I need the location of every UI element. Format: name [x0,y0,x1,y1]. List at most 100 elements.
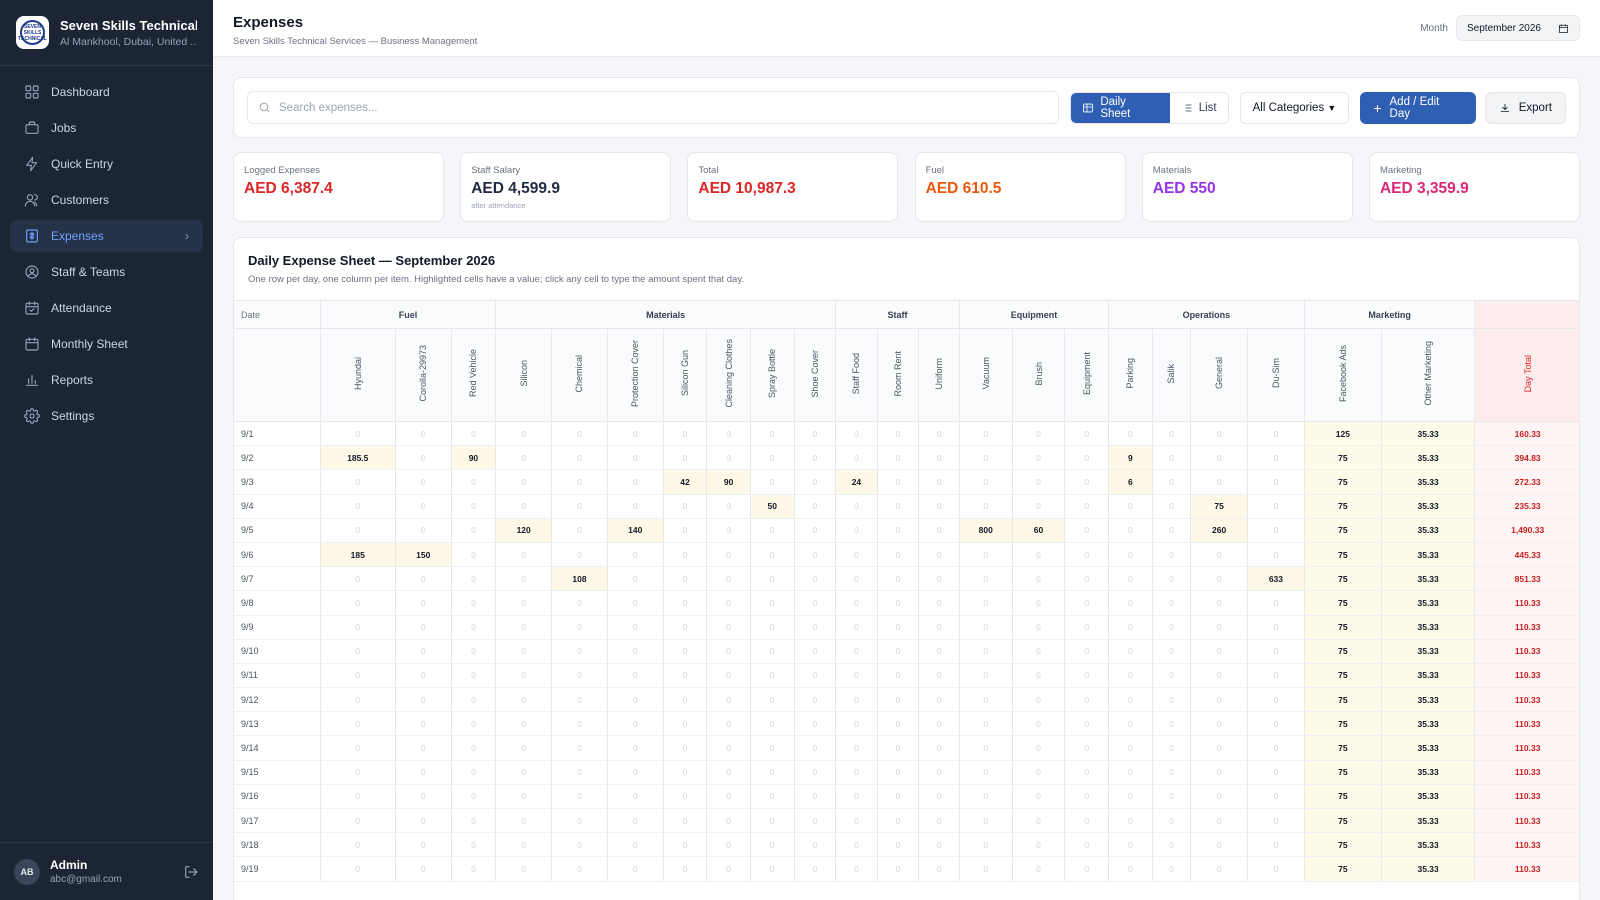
expense-cell[interactable]: 0 [1108,566,1153,592]
expense-cell[interactable]: 0 [835,711,878,737]
column-header-vacuum[interactable]: Vacuum [959,328,1013,422]
expense-cell[interactable]: 0 [918,639,960,664]
expense-cell[interactable]: 0 [835,687,878,713]
expense-cell[interactable]: 0 [877,566,920,592]
expense-cell[interactable]: 0 [663,856,708,882]
expense-cell[interactable]: 35.33 [1381,784,1476,810]
expense-cell[interactable]: 0 [918,856,960,882]
expense-cell[interactable]: 35.33 [1381,469,1476,495]
expense-cell[interactable]: 0 [794,518,837,543]
expense-cell[interactable]: 0 [320,615,396,640]
expense-cell[interactable]: 0 [451,808,497,834]
expense-cell[interactable]: 0 [1247,518,1305,543]
expense-cell[interactable]: 0 [959,469,1013,495]
expense-cell[interactable]: 0 [1108,808,1153,834]
expense-cell[interactable]: 0 [706,590,751,616]
expense-cell[interactable]: 0 [1012,711,1066,737]
column-header-brush[interactable]: Brush [1012,328,1066,422]
expense-cell[interactable]: 0 [495,566,553,592]
expense-cell[interactable]: 0 [794,832,837,858]
expense-cell[interactable]: 0 [877,856,920,882]
expense-cell[interactable]: 0 [551,615,608,640]
sidebar-item-staff-and-teams[interactable]: Staff & Teams [10,256,203,288]
expense-cell[interactable]: 0 [1012,687,1066,713]
expense-cell[interactable]: 0 [551,735,608,761]
expense-cell[interactable]: 0 [794,639,837,664]
expense-cell[interactable]: 0 [794,566,837,592]
expense-cell[interactable]: 0 [750,590,795,616]
expense-cell[interactable]: 0 [1064,735,1110,761]
expense-cell[interactable]: 35.33 [1381,615,1476,640]
expense-cell[interactable]: 0 [607,421,664,447]
expense-cell[interactable]: 0 [495,808,553,834]
expense-cell[interactable]: 0 [551,518,608,543]
expense-cell[interactable]: 0 [663,445,708,471]
expense-cell[interactable]: 0 [706,832,751,858]
expense-cell[interactable]: 35.33 [1381,856,1476,882]
expense-cell[interactable]: 35.33 [1381,421,1476,447]
expense-cell[interactable]: 6 [1108,469,1153,495]
export-button[interactable]: Export [1484,91,1566,124]
expense-cell[interactable]: 0 [663,735,708,761]
expense-cell[interactable]: 0 [1012,590,1066,616]
column-header-general[interactable]: General [1190,328,1249,422]
expense-cell[interactable]: 35.33 [1381,663,1476,689]
expense-cell[interactable]: 0 [551,445,608,471]
expense-cell[interactable]: 0 [1012,615,1066,640]
expense-cell[interactable]: 0 [663,542,708,568]
expense-cell[interactable]: 0 [794,808,837,834]
expense-cell[interactable]: 0 [918,494,960,519]
expense-cell[interactable]: 0 [959,760,1013,785]
expense-cell[interactable]: 75 [1304,856,1382,882]
expense-cell[interactable]: 0 [1064,421,1110,447]
expense-cell[interactable]: 0 [451,542,497,568]
expense-cell[interactable]: 0 [320,639,396,664]
expense-cell[interactable]: 0 [451,639,497,664]
calendar-icon[interactable] [1558,23,1569,34]
expense-cell[interactable]: 75 [1304,663,1382,689]
expense-cell[interactable]: 0 [1108,856,1153,882]
expense-cell[interactable]: 35.33 [1381,445,1476,471]
search-box[interactable] [247,91,1060,124]
expense-cell[interactable]: 0 [551,784,608,810]
expense-cell[interactable]: 0 [1247,808,1305,834]
expense-cell[interactable]: 0 [835,832,878,858]
expense-cell[interactable]: 0 [750,784,795,810]
expense-cell[interactable]: 0 [1108,784,1153,810]
expense-cell[interactable]: 75 [1304,615,1382,640]
expense-cell[interactable]: 0 [663,615,708,640]
expense-cell[interactable]: 0 [918,760,960,785]
expense-cell[interactable]: 0 [918,784,960,810]
expense-cell[interactable]: 0 [1152,856,1192,882]
expense-cell[interactable]: 0 [451,421,497,447]
expense-cell[interactable]: 0 [320,469,396,495]
expense-cell[interactable]: 0 [495,421,553,447]
expense-cell[interactable]: 0 [495,784,553,810]
expense-cell[interactable]: 0 [1190,856,1249,882]
expense-cell[interactable]: 0 [395,494,452,519]
expense-cell[interactable]: 0 [451,615,497,640]
expense-cell[interactable]: 0 [1247,856,1305,882]
expense-cell[interactable]: 0 [1064,445,1110,471]
expense-cell[interactable]: 125 [1304,421,1382,447]
expense-cell[interactable]: 75 [1304,760,1382,785]
expense-cell[interactable]: 0 [1064,832,1110,858]
expense-cell[interactable]: 0 [607,590,664,616]
expense-cell[interactable]: 0 [1064,518,1110,543]
expense-cell[interactable]: 0 [451,711,497,737]
expense-cell[interactable]: 0 [451,469,497,495]
expense-cell[interactable]: 0 [918,832,960,858]
expense-cell[interactable]: 0 [1012,639,1066,664]
expense-cell[interactable]: 0 [1247,711,1305,737]
expense-cell[interactable]: 0 [706,566,751,592]
expense-cell[interactable]: 0 [451,760,497,785]
expense-cell[interactable]: 800 [959,518,1013,543]
expense-cell[interactable]: 75 [1304,590,1382,616]
expense-cell[interactable]: 0 [1247,615,1305,640]
expense-cell[interactable]: 0 [495,542,553,568]
expense-cell[interactable]: 0 [1247,735,1305,761]
expense-cell[interactable]: 0 [551,590,608,616]
sidebar-item-attendance[interactable]: Attendance [10,292,203,324]
expense-cell[interactable]: 0 [551,639,608,664]
expense-cell[interactable]: 0 [451,735,497,761]
